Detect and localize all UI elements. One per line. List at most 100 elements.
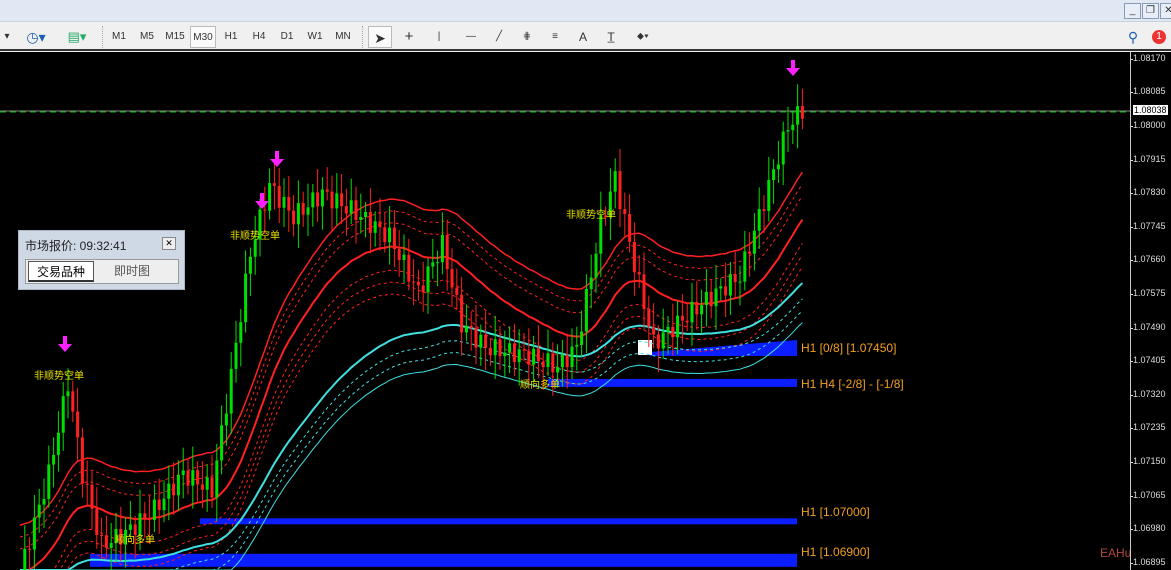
candle-body (157, 499, 161, 511)
candle-body (28, 548, 32, 550)
price-tick: 1.07915 (1131, 153, 1166, 164)
timeframe-h4[interactable]: H4 (246, 26, 272, 48)
timeframe-w1[interactable]: W1 (302, 26, 328, 48)
level-band-106900 (90, 553, 797, 567)
price-tick: 1.07150 (1131, 456, 1166, 466)
text-label-icon[interactable]: T̲ (602, 26, 620, 48)
candle-body (148, 518, 152, 520)
chart-type-dropdown[interactable]: ▾ (0, 26, 14, 48)
price-chart[interactable]: H1 [0/8] [1.07450] H1 H4 [-2/8] - [-1/8]… (0, 52, 1131, 570)
candle-body (479, 334, 483, 348)
candle-body (656, 334, 660, 349)
candle-body (248, 256, 252, 274)
candle-body (652, 326, 656, 335)
candle-body (239, 322, 243, 343)
trendline-icon[interactable]: ╱ (490, 26, 508, 48)
candle-body (676, 315, 680, 338)
candle-body (599, 215, 603, 254)
candle-body (388, 227, 392, 243)
candle-body (205, 477, 209, 490)
candle-body (392, 227, 396, 250)
candle-body (584, 289, 588, 332)
price-tick: 1.08085 (1131, 86, 1166, 97)
candle-body (752, 230, 756, 254)
candle-body (623, 209, 627, 214)
templates-icon[interactable]: ▤▾ (60, 26, 94, 48)
candle-body (484, 334, 488, 348)
timeframe-m30[interactable]: M30 (190, 26, 216, 48)
candle-body (272, 183, 276, 186)
candle-body (128, 524, 132, 530)
minimize-button[interactable]: _ (1124, 3, 1141, 19)
price-tick: 1.06895 (1131, 556, 1166, 567)
search-icon[interactable]: ⚲ (1124, 26, 1142, 48)
candle-body (66, 391, 70, 397)
restore-button[interactable]: ❐ (1142, 3, 1159, 19)
timeframe-mn[interactable]: MN (330, 26, 356, 48)
candle-body (700, 305, 704, 315)
candle-body (796, 106, 800, 125)
price-tick: 1.07405 (1131, 355, 1166, 366)
crosshair-icon[interactable]: + (398, 26, 420, 48)
close-button[interactable]: ✕ (1160, 3, 1171, 19)
short-signal-label: 非顺势空单 (230, 231, 280, 242)
clock-icon[interactable]: ◷▾ (22, 26, 50, 48)
candle-body (469, 325, 473, 328)
candle-body (800, 106, 804, 119)
candle-body (618, 171, 622, 210)
fibonacci-icon[interactable]: ≡ (546, 26, 564, 48)
timeframe-m5[interactable]: M5 (134, 26, 160, 48)
candle-body (407, 254, 411, 282)
tab-tick-chart[interactable]: 即时图 (106, 261, 158, 282)
long-signal-label: 顺向多单 (520, 380, 560, 391)
timeframe-m1[interactable]: M1 (106, 26, 132, 48)
short-signal-label: 非顺势空单 (34, 371, 84, 382)
candle-body (647, 309, 651, 327)
candle-body (474, 327, 478, 348)
close-icon[interactable]: ✕ (162, 237, 176, 250)
level-label: H1 [1.07000] (801, 505, 870, 519)
candle-body (224, 413, 228, 426)
equidistant-channel-icon[interactable]: ⋕ (518, 26, 536, 48)
candle-body (704, 291, 708, 306)
candle-body (594, 253, 598, 278)
candle-body (71, 391, 75, 412)
candle-body (517, 349, 521, 363)
market-watch-panel[interactable]: 市场报价: 09:32:41 ✕ 交易品种 即时图 (18, 230, 185, 290)
timeframe-m15[interactable]: M15 (162, 26, 188, 48)
candle-body (200, 484, 204, 490)
candle-body (152, 499, 156, 520)
candle-body (277, 185, 281, 208)
candle-body (37, 504, 41, 518)
candle-body (436, 262, 440, 264)
candle-body (762, 209, 766, 211)
price-tick: 1.07745 (1131, 220, 1166, 231)
timeframe-h1[interactable]: H1 (218, 26, 244, 48)
candle-body (340, 193, 344, 207)
candle-body (580, 331, 584, 346)
candle-body (661, 332, 665, 349)
candle-body (181, 470, 185, 476)
candle-body (680, 315, 684, 321)
candle-body (306, 207, 310, 215)
candle-body (536, 348, 540, 362)
cursor-icon[interactable]: ➤ (368, 26, 392, 48)
text-tool-icon[interactable]: A (574, 26, 592, 48)
price-tick: 1.08000 (1131, 120, 1166, 130)
arrows-dropdown-icon[interactable]: ⬥▾ (628, 26, 658, 48)
level-band-107000 (200, 518, 797, 525)
horizontal-line-icon[interactable]: — (462, 26, 480, 48)
candle-body (220, 425, 224, 461)
timeframe-d1[interactable]: D1 (274, 26, 300, 48)
vertical-line-icon[interactable]: | (432, 26, 446, 48)
notification-icon[interactable]: 1 (1150, 26, 1168, 48)
price-tick: 1.07575 (1131, 288, 1166, 298)
price-axis[interactable]: 1.08170 1.08085 1.08000 1.07915 1.07830 1.077… (1131, 52, 1171, 570)
price-tick: 1.06980 (1131, 523, 1166, 534)
candle-body (628, 213, 632, 242)
candle-body (440, 234, 444, 263)
candle-body (488, 347, 492, 356)
tab-symbols[interactable]: 交易品种 (28, 261, 95, 282)
level-label: H1 H4 [-2/8] - [-1/8] (801, 377, 904, 391)
candle-body (690, 301, 694, 323)
